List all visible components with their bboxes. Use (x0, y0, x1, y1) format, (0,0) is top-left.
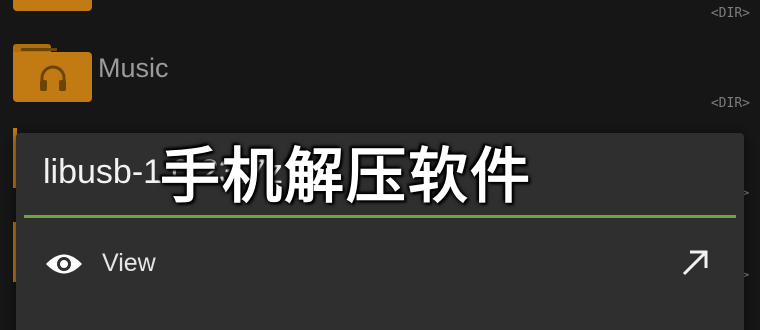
arrow-up-right-icon[interactable] (679, 247, 711, 279)
menu-item-label: View (102, 249, 156, 277)
folder-icon-top[interactable] (13, 0, 92, 11)
music-folder-label[interactable]: Music (98, 53, 169, 84)
menu-item-view[interactable]: View (16, 233, 744, 295)
dir-tag-1: <DIR> (710, 6, 750, 21)
music-folder-icon[interactable] (13, 44, 92, 102)
file-manager-screen: <DIR> Music <DIR> > > libusb-1.0.23.7z V… (0, 0, 760, 330)
dialog-divider (24, 215, 736, 218)
dir-tag-2: <DIR> (710, 96, 750, 111)
folder-line (21, 48, 57, 51)
eye-icon (46, 254, 82, 274)
watermark-caption: 手机解压软件 (160, 142, 532, 212)
headphones-icon (40, 65, 66, 91)
